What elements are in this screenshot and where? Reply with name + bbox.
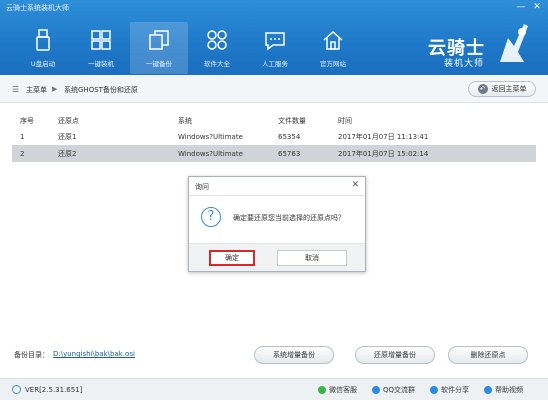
backup-icon <box>149 30 169 50</box>
version-text: VER[2.5.31.651] <box>25 385 83 394</box>
menu-icon: ☰ <box>12 85 20 94</box>
breadcrumb-root[interactable]: 主菜单 <box>26 85 47 95</box>
chat-icon <box>265 32 285 51</box>
apps-icon <box>207 30 227 50</box>
nav-label: 软件大全 <box>204 60 230 68</box>
breadcrumb: ☰ 主菜单 ▶ 系统GHOST备份和还原 ↶ 返回主菜单 <box>0 75 548 103</box>
cell-no: 2 <box>20 149 25 158</box>
home-icon <box>323 30 343 50</box>
share-icon <box>430 386 438 394</box>
nav-support[interactable]: 人工服务 <box>246 22 304 74</box>
window-controls: — ✕ <box>514 0 544 14</box>
restore-point-table: 序号 还原点 系统 文件数量 时间 1 还原1 Windows?Ultimate… <box>12 114 536 162</box>
backup-directory: 备份目录： D:\yunqishi\bak\bak.osi <box>14 350 135 360</box>
status-item-label: QQ交流群 <box>383 386 416 394</box>
nav-label: 官方网站 <box>320 60 346 68</box>
status-item-label: 软件分享 <box>441 386 469 394</box>
window-title: 云骑士系统装机大师 <box>6 4 69 12</box>
cell-count: 65763 <box>278 149 301 158</box>
table-row[interactable]: 1 还原1 Windows?Ultimate 65354 2017年01月07日… <box>12 128 536 145</box>
wechat-icon <box>318 386 326 394</box>
incremental-restore-button[interactable]: 还原增量备份 <box>355 346 435 364</box>
table-header: 序号 还原点 系统 文件数量 时间 <box>12 114 536 128</box>
nav-usb-boot[interactable]: U盘启动 <box>14 22 72 74</box>
question-icon: ? <box>201 207 221 227</box>
app-header: 云骑士系统装机大师 — ✕ U盘启动 一键装机 一键备份 软件大全 人工服务 官… <box>0 0 548 75</box>
minimize-button[interactable]: — <box>514 0 528 14</box>
nav-label: 一键装机 <box>88 60 114 68</box>
video-icon <box>484 386 492 394</box>
nav-label: 人工服务 <box>262 60 288 68</box>
dialog-divider <box>189 195 365 196</box>
breadcrumb-separator: ▶ <box>52 85 58 93</box>
cell-point: 还原2 <box>58 149 77 158</box>
nav-website[interactable]: 官方网站 <box>304 22 362 74</box>
status-bar: VER[2.5.31.651] 微信客服 QQ交流群 软件分享 帮助视频 <box>0 378 548 400</box>
version-info: VER[2.5.31.651] <box>12 385 82 394</box>
confirm-dialog: 询问 ✕ ? 确定要还原您当前选择的还原点吗？ 确定 取消 <box>188 176 366 272</box>
version-icon <box>12 385 21 394</box>
wechat-support-link[interactable]: 微信客服 <box>318 385 357 395</box>
status-item-label: 帮助视频 <box>495 386 523 394</box>
nav-one-click-backup[interactable]: 一键备份 <box>130 22 188 74</box>
status-item-label: 微信客服 <box>329 386 357 394</box>
dialog-close-icon[interactable]: ✕ <box>351 180 359 190</box>
header-point: 还原点 <box>58 117 79 125</box>
cell-count: 65354 <box>278 132 301 141</box>
dialog-message: 确定要还原您当前选择的还原点吗？ <box>233 214 345 222</box>
incremental-backup-button[interactable]: 系统增量备份 <box>254 346 334 364</box>
help-video-link[interactable]: 帮助视频 <box>484 385 523 395</box>
backup-dir-label: 备份目录： <box>14 351 49 359</box>
cell-no: 1 <box>20 132 25 141</box>
backup-dir-path[interactable]: D:\yunqishi\bak\bak.osi <box>53 350 135 360</box>
back-arrow-icon: ↶ <box>477 84 488 94</box>
confirm-cancel-button[interactable]: 取消 <box>277 250 347 266</box>
windows-icon <box>91 30 111 50</box>
header-no: 序号 <box>20 117 34 125</box>
qq-icon <box>372 386 380 394</box>
back-to-main-button[interactable]: ↶ 返回主菜单 <box>468 81 536 97</box>
cell-system: Windows?Ultimate <box>178 132 243 141</box>
share-software-link[interactable]: 软件分享 <box>430 385 469 395</box>
usb-icon <box>36 29 50 51</box>
nav-label: 一键备份 <box>146 60 172 68</box>
main-nav: U盘启动 一键装机 一键备份 软件大全 人工服务 官方网站 <box>14 22 362 74</box>
header-time: 时间 <box>338 117 352 125</box>
cell-point: 还原1 <box>58 132 77 141</box>
nav-software[interactable]: 软件大全 <box>188 22 246 74</box>
table-row-selected[interactable]: 2 还原2 Windows?Ultimate 65763 2017年01月07日… <box>12 145 536 162</box>
nav-one-click-install[interactable]: 一键装机 <box>72 22 130 74</box>
header-system: 系统 <box>178 117 192 125</box>
cell-time: 2017年01月07日 15:02:14 <box>338 149 429 158</box>
back-button-label: 返回主菜单 <box>491 85 527 93</box>
delete-restore-point-button[interactable]: 删除还原点 <box>448 346 528 364</box>
breadcrumb-current: 系统GHOST备份和还原 <box>64 86 138 94</box>
logo-subtitle: 装机大师 <box>444 59 485 69</box>
confirm-ok-button[interactable]: 确定 <box>209 250 255 266</box>
dialog-title: 询问 <box>195 183 209 191</box>
cell-system: Windows?Ultimate <box>178 149 243 158</box>
header-count: 文件数量 <box>278 117 306 125</box>
close-button[interactable]: ✕ <box>530 0 544 14</box>
cell-time: 2017年01月07日 11:13:41 <box>338 132 429 141</box>
nav-label: U盘启动 <box>30 60 56 68</box>
brand-logo: 云骑士 装机大师 <box>424 18 534 70</box>
dialog-footer: 确定 取消 <box>189 243 365 271</box>
knight-icon <box>500 24 528 62</box>
qq-group-link[interactable]: QQ交流群 <box>372 385 415 395</box>
